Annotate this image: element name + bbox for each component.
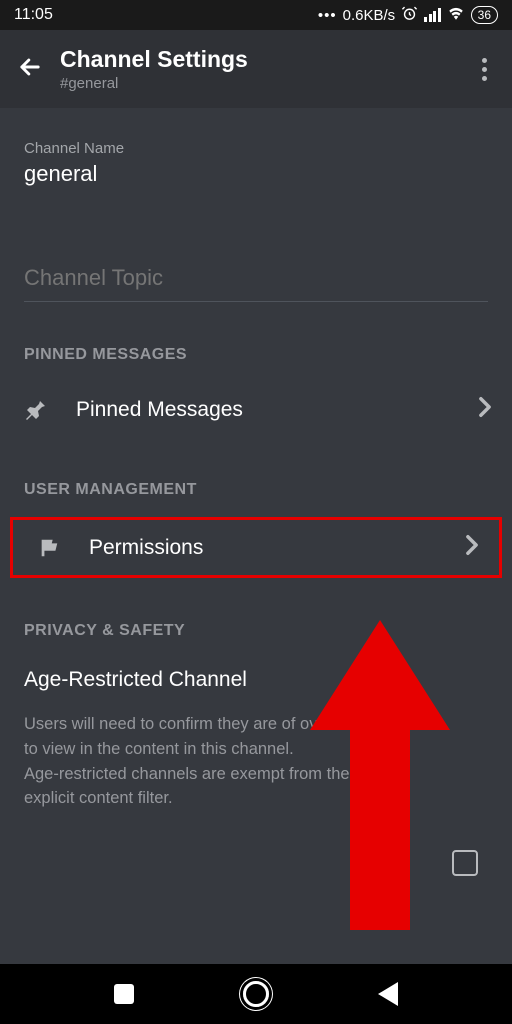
age-restricted-title: Age-Restricted Channel — [24, 668, 488, 692]
signal-icon — [424, 8, 441, 22]
age-restricted-checkbox[interactable] — [452, 850, 478, 876]
section-header-pinned: PINNED MESSAGES — [0, 346, 512, 364]
nav-recent-button[interactable] — [114, 984, 134, 1004]
alarm-icon — [401, 5, 418, 26]
chevron-right-icon — [478, 396, 492, 423]
status-net-speed: 0.6KB/s — [343, 7, 396, 24]
section-header-user-mgmt: USER MANAGEMENT — [0, 481, 512, 499]
battery-indicator: 36 — [471, 6, 498, 24]
overflow-menu-button[interactable] — [472, 58, 496, 81]
nav-back-button[interactable] — [378, 982, 398, 1006]
pin-icon — [20, 398, 52, 422]
status-dots: ••• — [318, 7, 337, 24]
annotation-highlight: Permissions — [10, 517, 502, 578]
pinned-messages-row[interactable]: Pinned Messages — [0, 382, 512, 437]
flag-icon — [33, 537, 65, 559]
permissions-row[interactable]: Permissions — [13, 520, 499, 575]
channel-name-value[interactable]: general — [24, 161, 488, 187]
age-restricted-description: Users will need to confirm they are of o… — [24, 712, 404, 811]
page-subtitle: #general — [60, 75, 472, 92]
wifi-icon — [447, 6, 465, 24]
nav-home-button[interactable] — [243, 981, 269, 1007]
permissions-label: Permissions — [89, 536, 441, 560]
channel-topic-input[interactable] — [24, 265, 488, 301]
status-right: ••• 0.6KB/s 36 — [318, 5, 498, 26]
chevron-right-icon — [465, 534, 479, 561]
status-bar: 11:05 ••• 0.6KB/s 36 — [0, 0, 512, 30]
page-title: Channel Settings — [60, 46, 472, 73]
android-nav-bar — [0, 964, 512, 1024]
channel-name-label: Channel Name — [24, 140, 488, 157]
section-header-privacy: PRIVACY & SAFETY — [0, 622, 512, 640]
status-time: 11:05 — [14, 6, 53, 24]
age-restricted-block: Age-Restricted Channel Users will need t… — [0, 668, 512, 811]
app-bar: Channel Settings #general — [0, 30, 512, 108]
content: Channel Name general PINNED MESSAGES Pin… — [0, 108, 512, 811]
pinned-messages-label: Pinned Messages — [76, 398, 454, 422]
back-button[interactable] — [16, 53, 56, 86]
divider — [24, 301, 488, 302]
